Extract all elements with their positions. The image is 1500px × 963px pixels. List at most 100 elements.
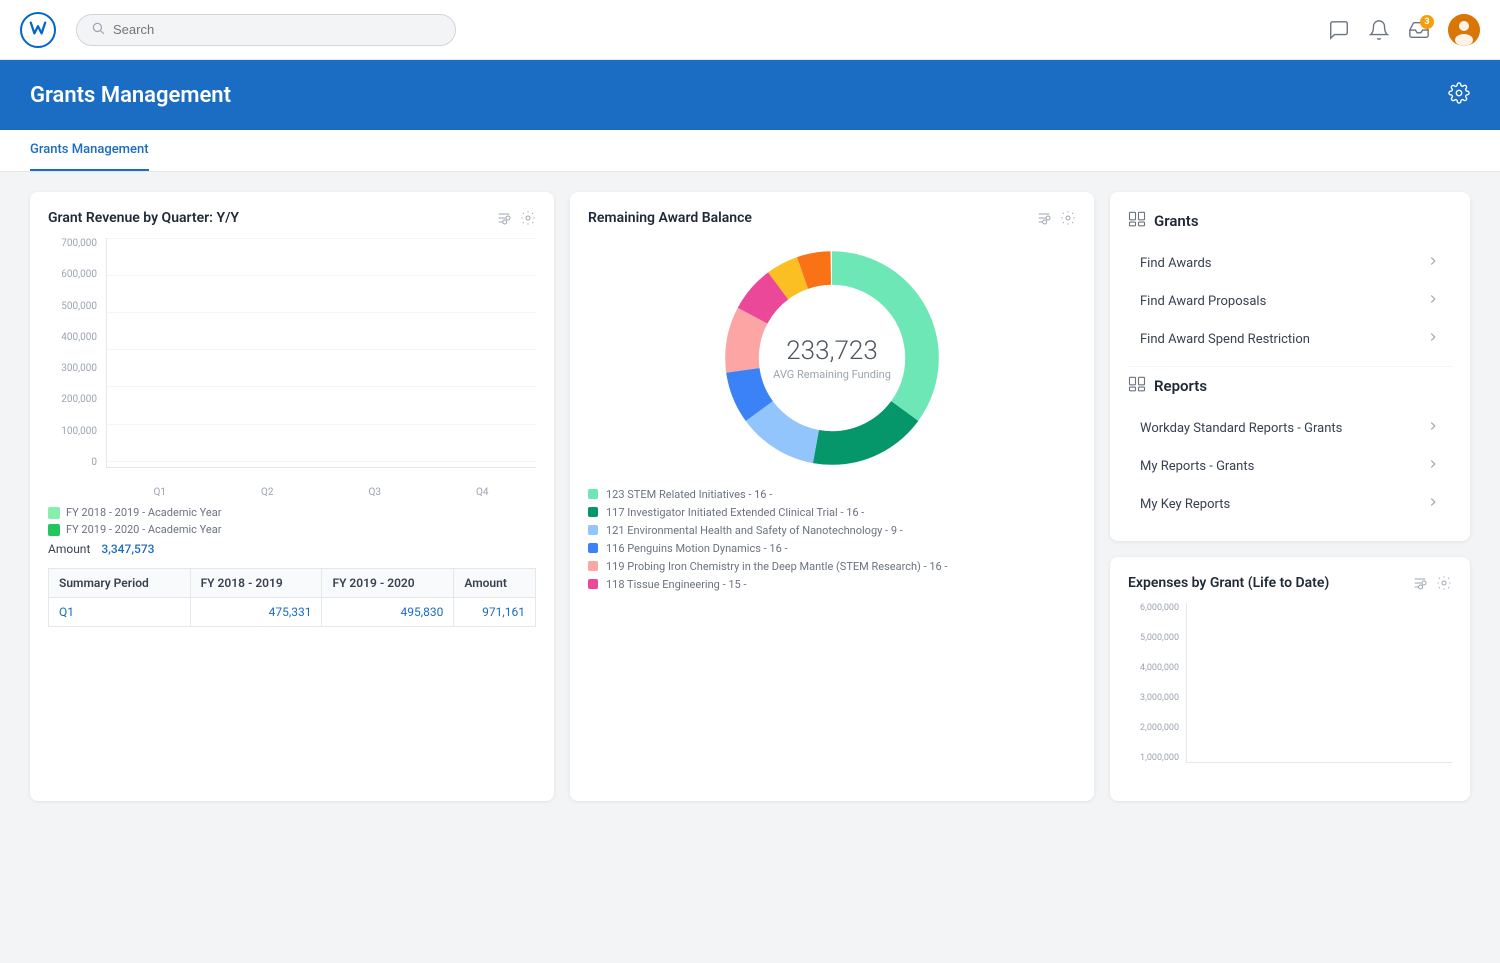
chart-plot [106, 238, 536, 468]
tabs-bar: Grants Management [0, 130, 1500, 172]
donut-legend-color-2 [588, 525, 598, 535]
donut-chart-card: Remaining Award Balance [570, 192, 1094, 801]
x-axis: Q1 Q2 Q3 Q4 [106, 487, 536, 498]
chart-legend: FY 2018 - 2019 - Academic Year FY 2019 -… [48, 506, 536, 536]
donut-legend: 123 STEM Related Initiatives - 16 - 117 … [588, 488, 1076, 591]
chevron-right-icon [1426, 254, 1440, 272]
bar-chart-title: Grant Revenue by Quarter: Y/Y [48, 210, 239, 226]
legend-color-fy1 [48, 507, 60, 519]
menu-item-key-reports-label: My Key Reports [1140, 497, 1230, 512]
donut-legend-item-2: 121 Environmental Health and Safety of N… [588, 524, 1076, 537]
donut-legend-item-0: 123 STEM Related Initiatives - 16 - [588, 488, 1076, 501]
logo-letter [29, 19, 47, 41]
y-axis: 700,000 600,000 500,000 400,000 300,000 … [48, 238, 103, 468]
donut-legend-color-3 [588, 543, 598, 553]
menu-item-my-reports-label: My Reports - Grants [1140, 459, 1254, 474]
filter-icon-expenses[interactable] [1412, 575, 1428, 591]
amount-row: Amount 3,347,573 [48, 542, 536, 556]
donut-legend-color-1 [588, 507, 598, 517]
tab-grants-management[interactable]: Grants Management [30, 130, 149, 171]
donut-legend-color-0 [588, 489, 598, 499]
menu-item-workday-reports-label: Workday Standard Reports - Grants [1140, 421, 1342, 436]
section-divider [1128, 366, 1452, 367]
menu-item-find-award-spend-label: Find Award Spend Restriction [1140, 332, 1310, 347]
menu-item-find-awards[interactable]: Find Awards [1128, 244, 1452, 282]
reports-icon [1128, 375, 1146, 397]
settings-icon[interactable] [1448, 82, 1470, 108]
expenses-chart-card: Expenses by Grant (Life to Date) 6,000,0… [1110, 557, 1470, 801]
bell-icon[interactable] [1368, 19, 1390, 41]
table-row: Q1 475,331 495,830 971,161 [49, 598, 536, 627]
menu-item-find-awards-label: Find Awards [1140, 256, 1212, 271]
expenses-chart-header: Expenses by Grant (Life to Date) [1128, 575, 1452, 591]
summary-table: Summary Period FY 2018 - 2019 FY 2019 - … [48, 568, 536, 627]
expenses-chart-area: 6,000,000 5,000,000 4,000,000 3,000,000 … [1128, 603, 1452, 783]
gear-icon-bar-chart[interactable] [520, 210, 536, 226]
expenses-chart-icons[interactable] [1412, 575, 1452, 591]
grants-reports-card: Grants Find Awards Find Award Proposals … [1110, 192, 1470, 541]
expenses-plot [1186, 603, 1452, 763]
menu-item-find-award-spend[interactable]: Find Award Spend Restriction [1128, 320, 1452, 358]
menu-item-find-award-proposals-label: Find Award Proposals [1140, 294, 1266, 309]
gear-icon-donut[interactable] [1060, 210, 1076, 226]
donut-container: 233,723 AVG Remaining Funding [588, 238, 1076, 478]
inbox-icon[interactable]: 3 [1408, 19, 1430, 41]
chevron-right-icon-5 [1426, 457, 1440, 475]
filter-icon[interactable] [496, 210, 512, 226]
menu-item-find-award-proposals[interactable]: Find Award Proposals [1128, 282, 1452, 320]
avatar[interactable] [1448, 14, 1480, 46]
bar-chart-icons[interactable] [496, 210, 536, 226]
top-navigation: 3 [0, 0, 1500, 60]
row-fy1: 475,331 [190, 598, 322, 627]
grants-icon [1128, 210, 1146, 232]
row-period[interactable]: Q1 [49, 598, 191, 627]
inbox-badge: 3 [1420, 15, 1434, 29]
col-header-period: Summary Period [49, 569, 191, 598]
row-amount: 971,161 [454, 598, 536, 627]
donut-value: 233,723 [773, 336, 891, 366]
col-header-amount: Amount [454, 569, 536, 598]
donut-chart-header: Remaining Award Balance [588, 210, 1076, 226]
reports-section-title: Reports [1154, 377, 1207, 395]
row-fy2: 495,830 [322, 598, 454, 627]
menu-item-workday-reports[interactable]: Workday Standard Reports - Grants [1128, 409, 1452, 447]
chevron-right-icon-6 [1426, 495, 1440, 513]
search-icon [91, 21, 105, 39]
search-bar[interactable] [76, 14, 456, 46]
donut-center: 233,723 AVG Remaining Funding [773, 336, 891, 381]
donut-legend-item-1: 117 Investigator Initiated Extended Clin… [588, 506, 1076, 519]
chevron-right-icon-2 [1426, 292, 1440, 310]
chevron-right-icon-4 [1426, 419, 1440, 437]
bar-chart-header: Grant Revenue by Quarter: Y/Y [48, 210, 536, 226]
donut-label: AVG Remaining Funding [773, 368, 891, 381]
menu-item-my-reports[interactable]: My Reports - Grants [1128, 447, 1452, 485]
donut-chart-icons[interactable] [1036, 210, 1076, 226]
donut-chart-title: Remaining Award Balance [588, 210, 752, 226]
col-header-fy1: FY 2018 - 2019 [190, 569, 322, 598]
legend-item-fy1: FY 2018 - 2019 - Academic Year [48, 506, 536, 519]
menu-item-key-reports[interactable]: My Key Reports [1128, 485, 1452, 523]
donut-legend-item-4: 119 Probing Iron Chemistry in the Deep M… [588, 560, 1076, 573]
chat-icon[interactable] [1328, 19, 1350, 41]
donut-legend-item-5: 118 Tissue Engineering - 15 - [588, 578, 1076, 591]
legend-color-fy2 [48, 524, 60, 536]
grants-section-header: Grants [1128, 210, 1452, 232]
donut-legend-color-4 [588, 561, 598, 571]
expenses-chart-title: Expenses by Grant (Life to Date) [1128, 575, 1329, 591]
logo-circle [20, 12, 56, 48]
gear-icon-expenses[interactable] [1436, 575, 1452, 591]
reports-section-header: Reports [1128, 375, 1452, 397]
right-panel: Grants Find Awards Find Award Proposals … [1110, 192, 1470, 801]
page-title: Grants Management [30, 83, 231, 108]
nav-icons: 3 [1328, 14, 1480, 46]
header-band: Grants Management [0, 60, 1500, 130]
main-content: Grant Revenue by Quarter: Y/Y [0, 172, 1500, 821]
search-input[interactable] [113, 22, 441, 37]
col-header-fy2: FY 2019 - 2020 [322, 569, 454, 598]
legend-item-fy2: FY 2019 - 2020 - Academic Year [48, 523, 536, 536]
logo[interactable] [20, 12, 56, 48]
amount-value: 3,347,573 [101, 542, 154, 556]
donut-legend-item-3: 116 Penguins Motion Dynamics - 16 - [588, 542, 1076, 555]
filter-icon-donut[interactable] [1036, 210, 1052, 226]
grants-section-title: Grants [1154, 212, 1199, 230]
